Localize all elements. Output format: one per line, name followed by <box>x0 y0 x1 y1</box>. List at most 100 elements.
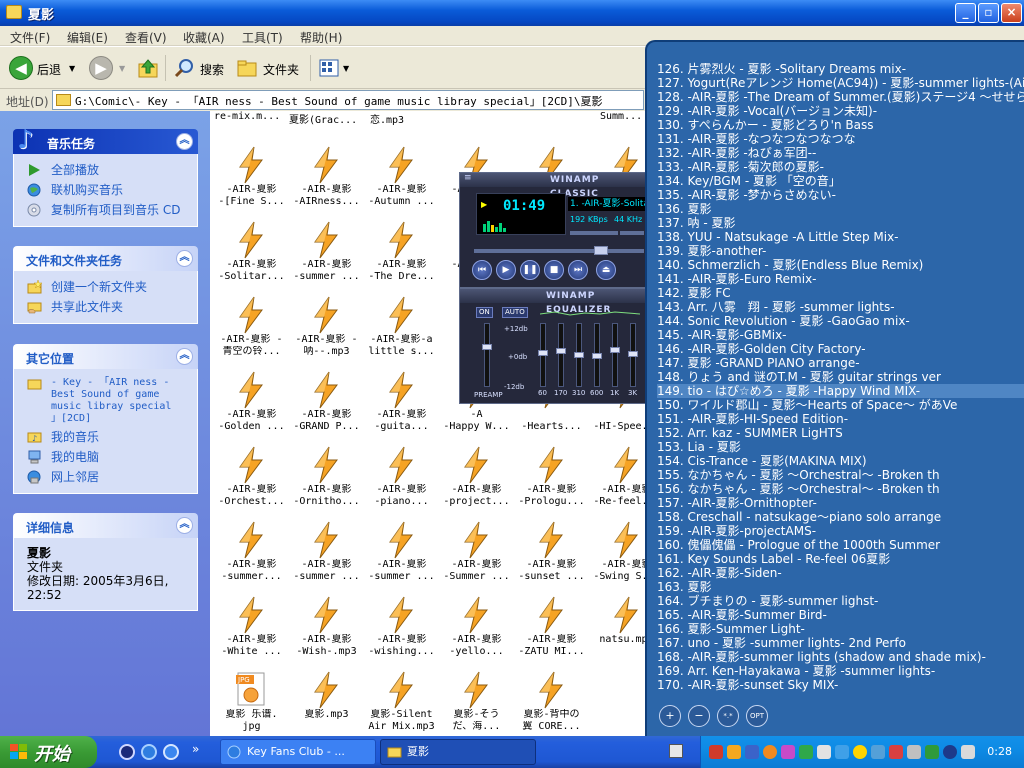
file-item[interactable]: -AIR-夏影 - 青空の铃... <box>214 278 289 357</box>
music-tasks-header[interactable]: ♪ 音乐任务 ︽ <box>13 125 198 155</box>
back-dropdown-icon[interactable]: ▼ <box>69 64 75 73</box>
file-item[interactable]: -AIR-夏影-Swing S... <box>589 503 646 582</box>
playlist-row[interactable]: 153. Lia - 夏影 <box>657 440 1024 454</box>
tray-app-icon[interactable] <box>853 745 867 759</box>
file-item[interactable]: -AIR-夏影 -Golden ... <box>214 353 289 432</box>
pause-button[interactable]: ❚❚ <box>520 260 540 280</box>
taskbar-task-keyfans[interactable]: Key Fans Club - ... <box>220 739 376 765</box>
title-bar[interactable]: 夏影 _ ▫ × <box>0 0 1024 26</box>
tray-app-icon[interactable] <box>961 745 975 759</box>
playlist-row[interactable]: 156. なかちゃん - 夏影 〜Orchestral〜 -Broken th <box>657 482 1024 496</box>
playlist-remove-button[interactable]: − <box>688 705 710 727</box>
tray-app-icon[interactable] <box>925 745 939 759</box>
file-item[interactable]: -AIR-夏影 -Autumn ... <box>364 128 439 207</box>
playlist-row[interactable]: 166. 夏影-Summer Light- <box>657 622 1024 636</box>
playlist-row[interactable]: 135. -AIR-夏影 -梦からさめない- <box>657 188 1024 202</box>
playlist-row[interactable]: 142. 夏影 FC <box>657 286 1024 300</box>
playlist-select-button[interactable]: *.* <box>717 705 739 727</box>
file-item[interactable]: -AIR-夏影 -Solitar... <box>214 203 289 282</box>
winamp-equalizer[interactable]: WINAMP EQUALIZER ON AUTO +12db +0db -12d… <box>459 288 647 404</box>
file-item[interactable]: -AIR-夏影 -Summer ... <box>439 503 514 582</box>
collapse-chevron-icon[interactable]: ︽ <box>176 250 193 267</box>
file-label[interactable]: Summ... <box>600 111 642 122</box>
keyboard-icon[interactable] <box>669 744 683 758</box>
eq-slider-knob[interactable] <box>538 350 548 356</box>
stop-button[interactable]: ■ <box>544 260 564 280</box>
tray-app-icon[interactable] <box>709 745 723 759</box>
playlist-row[interactable]: 146. -AIR-夏影-Golden City Factory- <box>657 342 1024 356</box>
folders-icon[interactable] <box>236 57 258 79</box>
equalizer-title[interactable]: WINAMP EQUALIZER <box>460 289 647 315</box>
previous-track-button[interactable]: ⏮ <box>472 260 492 280</box>
playlist-row[interactable]: 159. -AIR-夏影-projectAMS- <box>657 524 1024 538</box>
playlist-row[interactable]: 141. -AIR-夏影-Euro Remix- <box>657 272 1024 286</box>
file-item[interactable]: -AIR-夏影 -summer ... <box>364 503 439 582</box>
eq-auto-toggle[interactable]: AUTO <box>502 307 528 318</box>
tray-app-icon[interactable] <box>745 745 759 759</box>
playlist-row[interactable]: 170. -AIR-夏影-sunset Sky MIX- <box>657 678 1024 692</box>
file-item[interactable]: -AIR-夏影 -Prologu... <box>514 428 589 507</box>
forward-arrow-icon[interactable]: ▶ <box>89 56 113 80</box>
playback-time[interactable]: 01:49 <box>503 198 545 214</box>
playlist-row[interactable]: 168. -AIR-夏影-summer lights (shadow and s… <box>657 650 1024 664</box>
playlist-row[interactable]: 131. -AIR-夏影 -なつなつなつなつな <box>657 132 1024 146</box>
file-item[interactable]: -AIR-夏影 -wishing... <box>364 578 439 657</box>
eq-slider-knob[interactable] <box>610 347 620 353</box>
playlist-row[interactable]: 137. 呐 - 夏影 <box>657 216 1024 230</box>
eq-slider-knob[interactable] <box>482 344 492 350</box>
file-tasks-header[interactable]: 文件和文件夹任务 ︽ <box>13 246 198 271</box>
close-button[interactable]: × <box>1001 3 1022 23</box>
playlist-row[interactable]: 151. -AIR-夏影-HI-Speed Edition- <box>657 412 1024 426</box>
playlist-row[interactable]: 150. ワイルド郡山 - 夏影〜Hearts of Space〜 があVe <box>657 398 1024 412</box>
playlist-row[interactable]: 152. Arr. kaz - SUMMER LigHTS <box>657 426 1024 440</box>
media-player-icon[interactable] <box>119 744 135 760</box>
copy-to-cd-link[interactable]: 复制所有项目到音乐 CD <box>14 200 197 220</box>
playlist-row[interactable]: 139. 夏影-another- <box>657 244 1024 258</box>
file-item[interactable]: -AIR-夏影 -The Dre... <box>364 203 439 282</box>
tray-app-icon[interactable] <box>835 745 849 759</box>
internet-explorer-icon[interactable] <box>141 744 157 760</box>
back-button[interactable]: 后退 <box>37 61 61 78</box>
up-folder-icon[interactable] <box>137 57 159 79</box>
file-item[interactable]: -AIR-夏影 -White ... <box>214 578 289 657</box>
file-item[interactable]: -AIR-夏影 -summer ... <box>289 203 364 282</box>
address-input[interactable]: G:\Comic\- Key - 「AIR ness - Best Sound … <box>52 90 644 110</box>
file-item[interactable]: 夏影-背中の翼 CORE... <box>514 653 589 732</box>
file-item[interactable]: 夏影-そう だ、海... <box>439 653 514 732</box>
tray-app-icon[interactable] <box>817 745 831 759</box>
eq-band-slider[interactable] <box>538 323 548 387</box>
file-item[interactable]: -AIR-夏影 -piano... <box>364 428 439 507</box>
eq-slider-knob[interactable] <box>628 351 638 357</box>
collapse-chevron-icon[interactable]: ︽ <box>176 348 193 365</box>
playlist-row[interactable]: 138. YUU - Natsukage -A Little Step Mix- <box>657 230 1024 244</box>
search-button[interactable]: 搜索 <box>200 61 224 78</box>
file-item[interactable]: -AIR-夏影 -yello... <box>439 578 514 657</box>
playlist-row[interactable]: 133. -AIR-夏影 -菊次郎の夏影- <box>657 160 1024 174</box>
file-item[interactable]: -AIR-夏影-a little s... <box>364 278 439 357</box>
file-item[interactable] <box>589 653 646 728</box>
minimize-button[interactable]: _ <box>955 3 976 23</box>
menu-view[interactable]: 查看(V) <box>125 29 167 46</box>
file-item[interactable]: -AIR-夏影 -GRAND P... <box>289 353 364 432</box>
playlist-row[interactable]: 149. tio - はぴ☆めろ - 夏影 -Happy Wind MIX- <box>657 384 1024 398</box>
playlist-row[interactable]: 162. -AIR-夏影-Siden- <box>657 566 1024 580</box>
winamp-player[interactable]: WINAMP CLASSIC ≡ ▶ 01:49 1. -AIR-夏影-Soli… <box>459 172 647 288</box>
file-item[interactable]: -AIR-夏影 -[Fine S... <box>214 128 289 207</box>
collapse-chevron-icon[interactable]: ︽ <box>176 517 193 534</box>
my-computer-link[interactable]: 我的电脑 <box>14 447 197 467</box>
tray-app-icon[interactable] <box>727 745 741 759</box>
file-item[interactable]: 夏影-Silent Air Mix.mp3 <box>364 653 439 732</box>
views-icon[interactable] <box>318 57 340 79</box>
shop-music-online-link[interactable]: 联机购买音乐 <box>14 180 197 200</box>
tray-app-icon[interactable] <box>799 745 813 759</box>
playlist-row[interactable]: 165. -AIR-夏影-Summer Bird- <box>657 608 1024 622</box>
playlist-row[interactable]: 157. -AIR-夏影-Ornithopter- <box>657 496 1024 510</box>
share-folder-link[interactable]: 共享此文件夹 <box>14 297 197 317</box>
playlist-row[interactable]: 163. 夏影 <box>657 580 1024 594</box>
file-label[interactable]: re-mix.m... <box>214 111 280 122</box>
file-item[interactable]: -AIR-夏影 -Ornitho... <box>289 428 364 507</box>
file-label[interactable]: 恋.mp3 <box>370 111 404 126</box>
seek-bar[interactable] <box>474 246 644 255</box>
details-header[interactable]: 详细信息 ︽ <box>13 513 198 538</box>
tray-app-icon[interactable] <box>781 745 795 759</box>
